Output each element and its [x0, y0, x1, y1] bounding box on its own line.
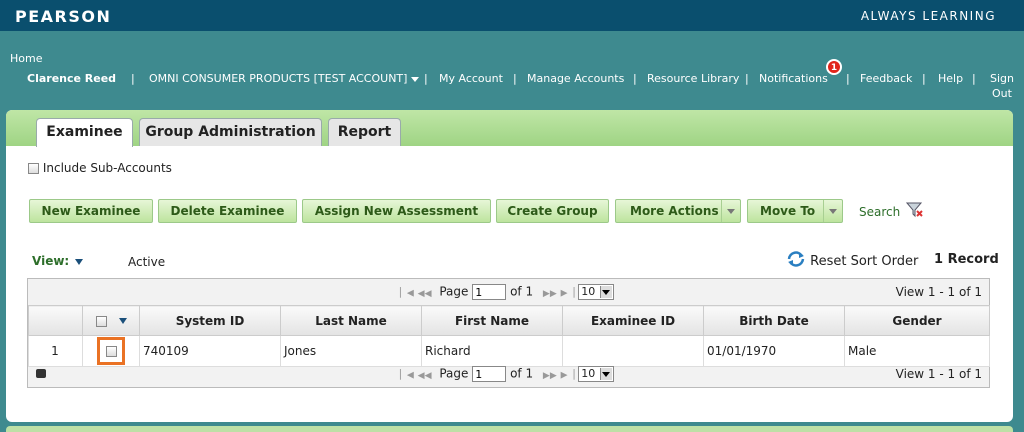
pager-top: ▏◀ ◀◀ Page of 1 ▶▶ ▶▕ 10 View 1 - 1 of 1 — [28, 279, 989, 305]
account-name: OMNI CONSUMER PRODUCTS [TEST ACCOUNT] — [149, 72, 408, 85]
view-dropdown[interactable]: View: — [32, 254, 84, 268]
create-group-button[interactable]: Create Group — [496, 199, 609, 223]
chevron-down-icon — [75, 258, 84, 265]
tab-report[interactable]: Report — [328, 118, 401, 146]
pager-bottom: ▏◀ ◀◀ Page of 1 ▶▶ ▶▕ 10 View 1 - 1 of 1 — [28, 361, 989, 387]
chevron-down-icon — [721, 200, 740, 222]
chevron-down-icon[interactable] — [118, 318, 127, 324]
pager-controls: ▏◀ ◀◀ Page of 1 ▶▶ ▶▕ 10 — [400, 284, 615, 300]
nav-separator: | — [972, 72, 976, 85]
chevron-down-icon — [823, 200, 842, 222]
account-selector[interactable]: OMNI CONSUMER PRODUCTS [TEST ACCOUNT] — [149, 72, 420, 85]
page-input[interactable] — [472, 366, 507, 382]
filter-clear-icon — [905, 202, 923, 218]
column-header-birth-date[interactable]: Birth Date — [703, 305, 845, 336]
row-number-header — [28, 305, 83, 336]
column-header-first-name[interactable]: First Name — [421, 305, 563, 336]
rows-per-page-select[interactable]: 10 — [578, 284, 615, 300]
sign-out-link[interactable]: Sign — [990, 72, 1014, 85]
user-name[interactable]: Clarence Reed — [27, 72, 116, 85]
pager-controls: ▏◀ ◀◀ Page of 1 ▶▶ ▶▕ 10 — [400, 366, 615, 382]
sign-out-link-line2[interactable]: Out — [992, 87, 1012, 100]
view-range: View 1 - 1 of 1 — [895, 367, 982, 381]
search-label: Search — [859, 205, 901, 219]
nav-separator: | — [513, 72, 517, 85]
record-count: 1 Record — [934, 252, 999, 267]
rows-per-page-value: 10 — [581, 285, 596, 298]
prev-page-icon[interactable]: ◀◀ — [418, 371, 432, 381]
refresh-icon — [787, 251, 805, 267]
view-range: View 1 - 1 of 1 — [895, 285, 982, 299]
select-all-header — [82, 305, 140, 336]
select-all-checkbox[interactable] — [95, 315, 107, 327]
nav-separator: | — [131, 72, 135, 85]
include-sub-accounts-label: Include Sub-Accounts — [42, 161, 172, 175]
page-of-label: of 1 — [510, 366, 534, 381]
bottom-panel-edge — [6, 426, 1013, 432]
first-page-icon[interactable]: ▏◀ — [400, 371, 414, 381]
nav-link-notifications[interactable]: Notifications — [759, 72, 828, 85]
chevron-down-icon — [411, 76, 420, 82]
column-header-gender[interactable]: Gender — [844, 305, 990, 336]
view-value: Active — [128, 255, 166, 269]
next-page-icon[interactable]: ▶▶ — [543, 371, 557, 381]
examinee-table: System ID Last Name First Name Examinee … — [28, 305, 990, 367]
page-label: Page — [439, 284, 469, 299]
top-bar: PEARSON ALWAYS LEARNING — [0, 0, 1024, 31]
column-header-system-id[interactable]: System ID — [139, 305, 281, 336]
pearson-logo: PEARSON — [15, 7, 112, 26]
new-examinee-button[interactable]: New Examinee — [29, 199, 153, 223]
tab-bar: Examinee Group Administration Report — [6, 110, 1013, 147]
reset-sort-label: Reset Sort Order — [810, 254, 919, 269]
breadcrumb-home[interactable]: Home — [10, 52, 42, 65]
nav-link-resource-library[interactable]: Resource Library — [647, 72, 739, 85]
last-page-icon[interactable]: ▶▕ — [561, 289, 575, 299]
notification-badge[interactable]: 1 — [826, 59, 842, 75]
nav-separator: | — [633, 72, 637, 85]
move-to-button[interactable]: Move To — [747, 199, 843, 223]
page-label: Page — [439, 366, 469, 381]
nav-separator: | — [745, 72, 749, 85]
next-page-icon[interactable]: ▶▶ — [543, 289, 557, 299]
nav-separator: | — [424, 72, 428, 85]
nav-link-my-account[interactable]: My Account — [439, 72, 503, 85]
nav-separator: | — [922, 72, 926, 85]
move-to-label: Move To — [760, 204, 816, 218]
tab-examinee[interactable]: Examinee — [36, 118, 133, 147]
first-page-icon[interactable]: ▏◀ — [400, 289, 414, 299]
rows-per-page-select[interactable]: 10 — [578, 366, 615, 382]
reset-sort-order[interactable]: Reset Sort Order — [786, 250, 918, 269]
table-header-row: System ID Last Name First Name Examinee … — [28, 305, 990, 336]
tab-group-administration[interactable]: Group Administration — [139, 118, 322, 146]
prev-page-icon[interactable]: ◀◀ — [418, 289, 432, 299]
include-sub-accounts-checkbox[interactable] — [28, 163, 39, 174]
chevron-down-icon — [602, 290, 611, 295]
examinee-grid: ▏◀ ◀◀ Page of 1 ▶▶ ▶▕ 10 View 1 - 1 of 1… — [27, 278, 990, 388]
row-checkbox[interactable] — [105, 346, 117, 357]
include-sub-accounts[interactable]: Include Sub-Accounts — [28, 161, 172, 175]
nav-link-feedback[interactable]: Feedback — [860, 72, 912, 85]
chevron-down-icon — [602, 372, 611, 377]
view-label: View: — [32, 254, 70, 268]
delete-examinee-button[interactable]: Delete Examinee — [158, 199, 297, 223]
last-page-icon[interactable]: ▶▕ — [561, 371, 575, 381]
nav-link-manage-accounts[interactable]: Manage Accounts — [527, 72, 624, 85]
nav-link-help[interactable]: Help — [938, 72, 963, 85]
more-actions-label: More Actions — [630, 204, 719, 218]
more-actions-button[interactable]: More Actions — [615, 199, 741, 223]
main-panel: Examinee Group Administration Report Inc… — [6, 110, 1013, 422]
tagline: ALWAYS LEARNING — [860, 9, 996, 23]
assign-new-assessment-button[interactable]: Assign New Assessment — [302, 199, 491, 223]
nav-separator: | — [846, 72, 850, 85]
column-header-examinee-id[interactable]: Examinee ID — [562, 305, 704, 336]
rows-per-page-value: 10 — [581, 367, 596, 380]
page-input[interactable] — [472, 284, 507, 300]
page-of-label: of 1 — [510, 284, 534, 299]
column-chooser-icon[interactable] — [36, 369, 46, 378]
navigation-zone: Home Clarence Reed | OMNI CONSUMER PRODU… — [0, 31, 1024, 111]
column-header-last-name[interactable]: Last Name — [280, 305, 422, 336]
search-link[interactable]: Search — [859, 202, 924, 219]
